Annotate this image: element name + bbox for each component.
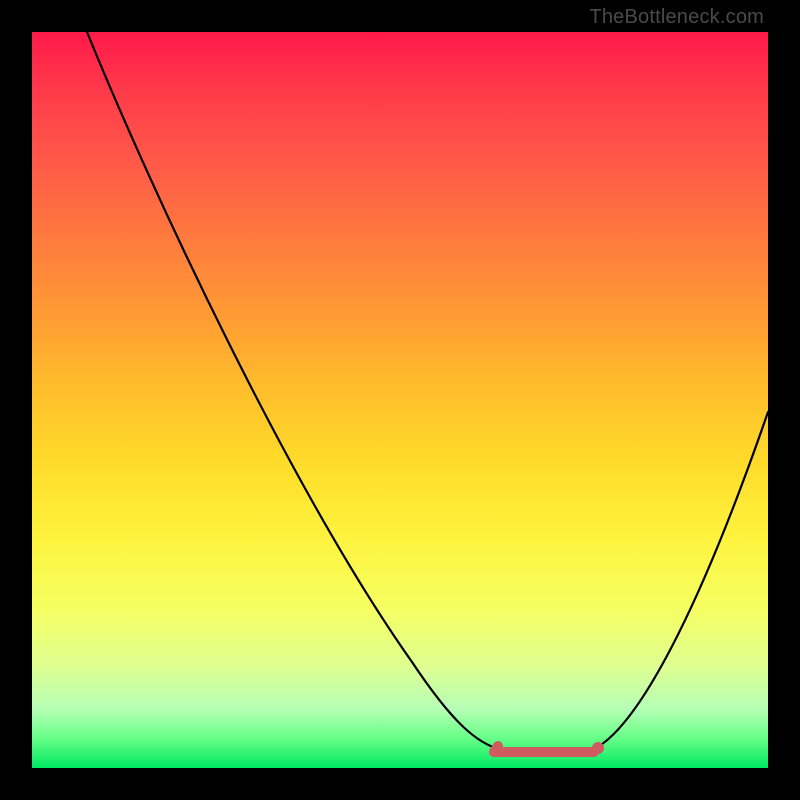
bottleneck-curve	[32, 32, 768, 768]
curve-left	[87, 32, 502, 750]
flat-region-notch	[494, 746, 498, 752]
watermark-text: TheBottleneck.com	[589, 6, 764, 29]
curve-right	[592, 412, 768, 750]
flat-region-end-dot	[592, 742, 604, 754]
plot-area	[32, 32, 768, 768]
chart-frame: TheBottleneck.com	[0, 0, 800, 800]
